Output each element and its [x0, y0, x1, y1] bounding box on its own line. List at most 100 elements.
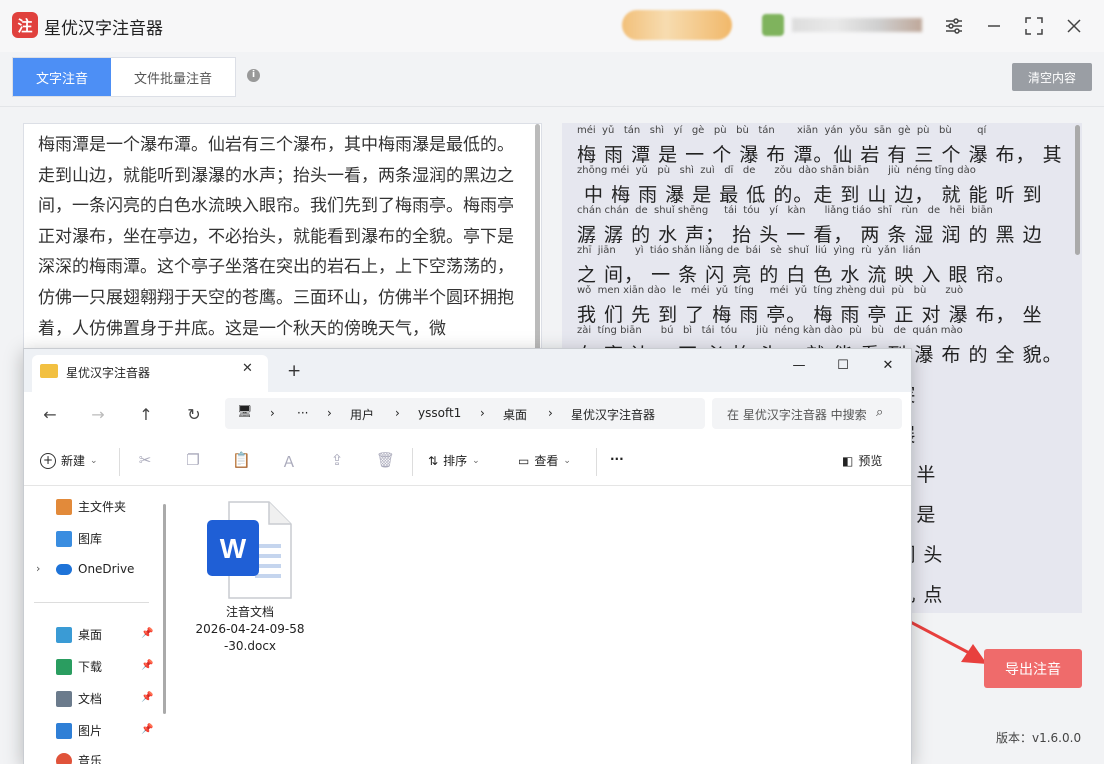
view-button[interactable]: ▭ 查看 ⌄	[518, 452, 571, 469]
home-icon	[56, 498, 72, 515]
music-icon	[56, 752, 72, 764]
title-bar	[0, 0, 1104, 52]
result-scrollbar[interactable]	[1075, 125, 1080, 255]
pinyin-line: chán chán de shuǐ shēng tái tóu yí kàn l…	[577, 205, 993, 216]
sidebar-item-pictures[interactable]: 图片	[56, 722, 102, 739]
back-arrow-icon[interactable]: ←	[38, 402, 62, 426]
file-name-line-3: -30.docx	[223, 639, 277, 653]
breadcrumb-sep-icon: ›	[395, 406, 400, 420]
explorer-nav-bar: ← → ↑ ↻ 🖥 › ··· › 用户 › yssoft1 › 桌面 › 星优…	[24, 392, 911, 436]
text-input-area[interactable]: 梅雨潭是一个瀑布潭。仙岩有三个瀑布，其中梅雨瀑是最低的。走到山边，就能听到瀑瀑的…	[23, 123, 542, 363]
plus-circle-icon: +	[40, 452, 56, 469]
file-list-area: W 注音文档 2026-04-24-09-58 -30.docx	[172, 486, 911, 764]
pin-icon[interactable]: 📌	[141, 660, 153, 671]
sort-button[interactable]: ⇅ 排序 ⌄	[428, 452, 480, 469]
sidebar-item-onedrive[interactable]: OneDrive	[56, 562, 134, 576]
search-icon: ⌕	[876, 405, 884, 420]
view-label: 查看	[534, 454, 559, 468]
file-explorer-window: 星优汉字注音器 ✕ + — ☐ ✕ ← → ↑ ↻ 🖥 › ··· › 用户 ›…	[23, 348, 912, 764]
tab-close-icon[interactable]: ✕	[242, 361, 253, 376]
rename-icon[interactable]: Ａ	[280, 451, 298, 471]
sidebar-item-gallery[interactable]: 图库	[56, 530, 102, 547]
sidebar-item-label: 图库	[78, 532, 103, 546]
explorer-command-bar: + 新建 ⌄ ✂ ❐ 📋 Ａ ⇪ 🗑 ⇅ 排序 ⌄ ▭ 查看 ⌄ ··· ◧ 预览	[24, 436, 911, 486]
sort-label: 排序	[443, 454, 468, 468]
pin-icon[interactable]: 📌	[141, 628, 153, 639]
share-icon[interactable]: ⇪	[328, 451, 346, 469]
vip-badge-blurred[interactable]	[622, 10, 732, 40]
settings-sliders-icon[interactable]	[942, 14, 966, 38]
sidebar-item-documents[interactable]: 文档	[56, 690, 102, 707]
up-arrow-icon[interactable]: ↑	[134, 402, 158, 426]
explorer-minimize-icon[interactable]: —	[782, 355, 816, 375]
address-bar[interactable]: 🖥 › ··· › 用户 › yssoft1 › 桌面 › 星优汉字注音器	[225, 398, 705, 429]
breadcrumb-desktop[interactable]: 桌面	[503, 406, 527, 423]
version-label: 版本：v1.6.0.0	[996, 731, 1082, 745]
close-icon[interactable]	[1062, 14, 1086, 38]
forward-arrow-icon[interactable]: →	[86, 402, 110, 426]
breadcrumb-folder[interactable]: 星优汉字注音器	[571, 406, 655, 423]
app-logo-icon: 注	[12, 12, 38, 38]
new-button[interactable]: + 新建 ⌄	[40, 452, 98, 469]
delete-icon[interactable]: 🗑	[376, 451, 395, 469]
word-document-icon: W	[207, 501, 292, 599]
sidebar-item-label: 下载	[78, 660, 103, 674]
cut-icon[interactable]: ✂	[136, 451, 154, 469]
hanzi-line: 潺 潺 的 水 声； 抬 头 一 看， 两 条 湿 润 的 黑 边	[577, 224, 1043, 246]
new-tab-icon[interactable]: +	[287, 361, 301, 381]
export-pinyin-button[interactable]: 导出注音	[984, 649, 1082, 688]
computer-icon: 🖥	[237, 404, 253, 418]
pin-icon[interactable]: 📌	[141, 724, 153, 735]
sidebar-item-music[interactable]: 音乐	[56, 752, 102, 764]
pinyin-line: zhōng méi yǔ pù shì zuì dī de zǒu dào sh…	[577, 165, 976, 176]
minimize-icon[interactable]	[982, 14, 1006, 38]
view-icon: ▭	[518, 453, 530, 468]
sidebar-item-desktop[interactable]: 桌面	[56, 626, 102, 643]
sidebar-item-label: 文档	[78, 692, 103, 706]
breadcrumb-more[interactable]: ···	[297, 406, 308, 420]
avatar[interactable]	[762, 14, 784, 36]
pinyin-line: zài tíng biān bú bì tái tóu jiù néng kàn…	[577, 325, 963, 336]
explorer-close-icon[interactable]: ✕	[871, 355, 905, 375]
info-icon[interactable]: i	[247, 69, 260, 82]
divider	[0, 106, 1104, 107]
account-name-blurred[interactable]	[792, 18, 922, 32]
preview-pane-icon: ◧	[842, 453, 854, 468]
cloud-icon	[56, 563, 72, 575]
clear-content-button[interactable]: 清空内容	[1012, 63, 1092, 91]
mode-tabs: 文字注音 文件批量注音	[12, 57, 236, 97]
breadcrumb-users[interactable]: 用户	[350, 406, 374, 423]
document-icon	[56, 690, 72, 707]
breadcrumb-sep-icon: ›	[270, 406, 275, 420]
refresh-icon[interactable]: ↻	[182, 402, 206, 426]
search-input[interactable]: 在 星优汉字注音器 中搜索 ⌕	[712, 398, 902, 429]
hanzi-line: 之 间， 一 条 闪 亮 的 白 色 水 流 映 入 眼 帘。	[577, 264, 1016, 286]
navigation-scrollbar[interactable]	[163, 504, 166, 714]
new-label: 新建	[61, 454, 86, 468]
input-text: 梅雨潭是一个瀑布潭。仙岩有三个瀑布，其中梅雨瀑是最低的。走到山边，就能听到瀑瀑的…	[38, 135, 514, 339]
sort-icon: ⇅	[428, 453, 439, 468]
expand-chevron-icon[interactable]: ›	[36, 562, 40, 575]
pinyin-line: wǒ men xiān dào le méi yǔ tíng méi yǔ tí…	[577, 285, 964, 296]
sidebar-item-downloads[interactable]: 下载	[56, 658, 102, 675]
file-name: 注音文档 2026-04-24-09-58 -30.docx	[190, 604, 310, 655]
tab-batch-file-annotation[interactable]: 文件批量注音	[111, 58, 235, 96]
preview-button[interactable]: ◧ 预览	[842, 452, 882, 469]
pin-icon[interactable]: 📌	[141, 692, 153, 703]
breadcrumb-sep-icon: ›	[548, 406, 553, 420]
sidebar-item-home[interactable]: 主文件夹	[56, 498, 126, 515]
sidebar-item-label: 主文件夹	[78, 500, 127, 514]
explorer-maximize-icon[interactable]: ☐	[826, 355, 860, 375]
input-scrollbar[interactable]	[535, 124, 540, 362]
breadcrumb-user[interactable]: yssoft1	[418, 406, 461, 420]
file-name-line-2: 2026-04-24-09-58	[195, 622, 305, 636]
paste-icon[interactable]: 📋	[232, 451, 251, 469]
maximize-icon[interactable]	[1022, 14, 1046, 38]
desktop-icon	[56, 626, 72, 643]
copy-icon[interactable]: ❐	[184, 451, 202, 469]
divider	[34, 602, 149, 603]
divider	[412, 448, 413, 476]
app-title: 星优汉字注音器	[44, 19, 163, 39]
more-options-button[interactable]: ···	[610, 452, 624, 466]
tab-text-annotation[interactable]: 文字注音	[13, 58, 111, 96]
